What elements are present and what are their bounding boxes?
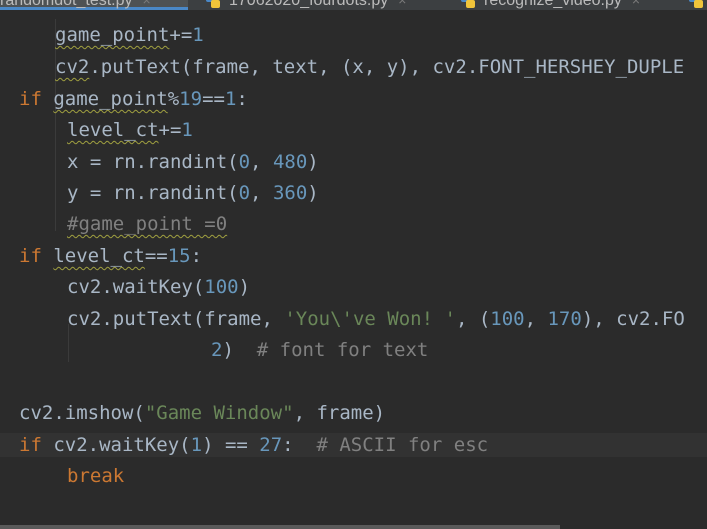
code-token: 27 [259, 434, 283, 456]
code-line-11: 2) # font for text [0, 338, 707, 362]
close-icon[interactable]: × [143, 0, 151, 8]
code-token: == [144, 245, 168, 267]
tab-label: randomdot_test.py [0, 0, 133, 9]
code-line-3: if game_point%19==1: [0, 87, 707, 111]
code-editor[interactable]: game_point+=1 cv2.putText(frame, text, (… [0, 10, 707, 525]
code-token: 'You\'ve Won! ' [284, 308, 456, 330]
tab-overflow[interactable] [688, 0, 707, 10]
code-token: % [167, 88, 180, 110]
code-token: ) [307, 182, 319, 204]
code-token: # ASCII for esc [316, 434, 489, 456]
close-icon[interactable]: × [632, 0, 640, 8]
code-token: #game_point =0 [67, 213, 228, 235]
editor-tab-bar: randomdot_test.py × 17062020_fourdots.py ×… [0, 0, 707, 10]
code-token: , [524, 308, 548, 330]
code-token: cv2.putText(frame, [67, 308, 285, 330]
code-token: if [19, 434, 54, 456]
code-token: "Game Window" [144, 402, 294, 424]
code-line-13: cv2.imshow("Game Window", frame) [0, 401, 707, 425]
python-file-icon [461, 0, 475, 8]
code-token: cv2.waitKey( [67, 276, 205, 298]
code-token: 0 [238, 151, 251, 173]
code-token: cv2 [55, 56, 90, 78]
code-token: , frame) [293, 402, 386, 424]
code-token: game_point [53, 88, 168, 110]
code-line-4: level_ct+=1 [0, 118, 707, 142]
code-line-7: #game_point =0 [0, 212, 707, 236]
code-token: cv2.waitKey( [53, 434, 191, 456]
code-token: : [236, 88, 248, 110]
python-file-icon [206, 0, 220, 8]
code-token: 480 [272, 151, 308, 173]
code-token: if [19, 88, 54, 110]
code-line-2: cv2.putText(frame, text, (x, y), cv2.FON… [0, 55, 707, 79]
code-token: 19 [179, 88, 203, 110]
code-token: y = rn.randint( [67, 182, 239, 204]
code-token: 1 [181, 119, 193, 141]
code-line-8: if level_ct==15: [0, 244, 707, 268]
code-line-9: cv2.waitKey(100) [0, 275, 707, 299]
code-token: , [250, 151, 273, 173]
horizontal-scrollbar[interactable] [0, 525, 560, 529]
code-token: 100 [204, 276, 239, 298]
code-token: += [158, 119, 182, 141]
code-token: break [67, 465, 125, 487]
code-token: : [282, 434, 317, 456]
code-token: : [190, 245, 203, 267]
code-line-15: break [0, 464, 707, 488]
code-token: # font for text [256, 339, 429, 361]
code-token: ) [222, 339, 257, 361]
code-line-1: game_point+=1 [0, 23, 707, 47]
code-token: 2 [211, 339, 223, 361]
tab-recognize-video[interactable]: recognize_video.py × [460, 0, 680, 10]
code-token: 1 [192, 24, 204, 46]
tab-randomdot-test[interactable]: randomdot_test.py × [0, 0, 188, 10]
code-token: 1 [224, 88, 237, 110]
code-token: 170 [547, 308, 582, 330]
python-file-icon [689, 0, 703, 8]
code-token: ) == [202, 434, 260, 456]
code-token: 1 [190, 434, 203, 456]
code-line-14: if cv2.waitKey(1) == 27: # ASCII for esc [0, 433, 707, 457]
code-token: x = rn.randint( [67, 151, 239, 173]
code-line-10: cv2.putText(frame, 'You\'ve Won! ', (100… [0, 307, 707, 331]
tab-fourdots[interactable]: 17062020_fourdots.py × [205, 0, 445, 10]
code-token: += [169, 24, 193, 46]
code-token: .putText(frame, text, (x, y), cv2.FONT_H… [89, 56, 685, 78]
tab-label: recognize_video.py [484, 0, 622, 9]
code-token: == [202, 88, 225, 110]
code-token: 0 [238, 182, 251, 204]
code-token: , [250, 182, 273, 204]
code-token: if [19, 245, 54, 267]
close-icon[interactable]: × [398, 0, 406, 8]
code-token: ), cv2.FO [581, 308, 685, 330]
code-token: level_ct [53, 245, 145, 267]
code-token: 100 [490, 308, 525, 330]
code-token: ) [238, 276, 251, 298]
code-token: level_ct [67, 119, 159, 141]
code-token: 360 [272, 182, 308, 204]
tab-label: 17062020_fourdots.py [229, 0, 389, 9]
code-token: cv2.imshow( [19, 402, 145, 424]
code-token: , ( [455, 308, 491, 330]
code-line-5: x = rn.randint(0, 480) [0, 150, 707, 174]
code-token: 15 [167, 245, 191, 267]
code-token: ) [307, 151, 319, 173]
code-line-6: y = rn.randint(0, 360) [0, 181, 707, 205]
code-token: game_point [55, 24, 170, 46]
